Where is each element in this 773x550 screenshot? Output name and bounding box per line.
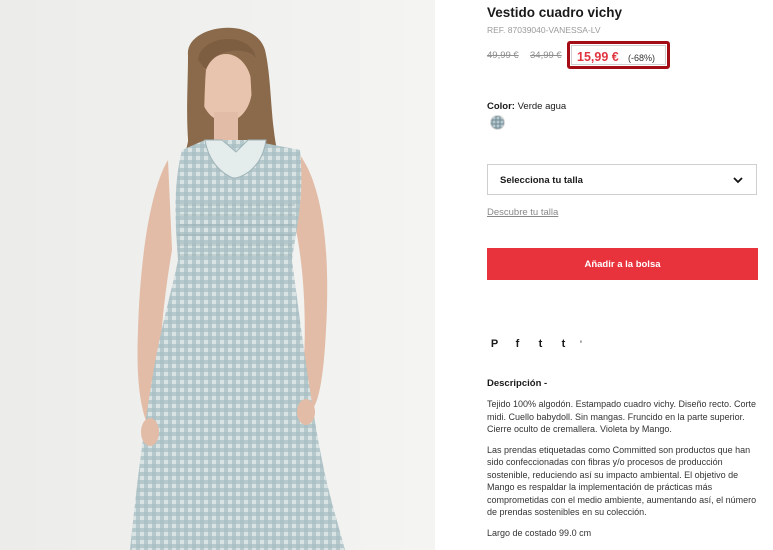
product-title: Vestido cuadro vichy: [487, 5, 623, 20]
size-select[interactable]: Selecciona tu talla: [487, 164, 757, 195]
size-select-label: Selecciona tu talla: [500, 175, 583, 186]
product-photo[interactable]: [0, 0, 435, 550]
description-paragraph: Las prendas etiquetadas como Committed s…: [487, 444, 757, 518]
model-image: [0, 0, 435, 550]
color-label: Color: Verde agua: [487, 101, 566, 112]
original-price: 49,99 €: [487, 50, 519, 61]
twitter-icon[interactable]: t: [533, 338, 548, 350]
product-reference: REF. 87039040-VANESSA-LV: [487, 25, 601, 35]
tumblr-icon[interactable]: t: [556, 338, 571, 350]
description-paragraph: Largo de costado 99.0 cm: [487, 527, 592, 538]
color-label-value: Verde agua: [517, 101, 567, 112]
discount-badge: (-68%): [628, 53, 656, 63]
social-share: P f t t ': [487, 338, 583, 350]
current-price-box: 15,99 € (-68%): [571, 45, 666, 65]
price-row: 49,99 € 34,99 €: [487, 50, 562, 61]
chevron-down-icon: [733, 177, 743, 184]
description-paragraph: Tejido 100% algodón. Estampado cuadro vi…: [487, 399, 756, 434]
color-label-key: Color:: [487, 101, 515, 112]
facebook-icon[interactable]: f: [510, 338, 525, 350]
current-price: 15,99 €: [577, 50, 619, 64]
previous-price: 34,99 €: [530, 50, 562, 61]
pinterest-icon[interactable]: P: [487, 338, 502, 350]
description-toggle[interactable]: Descripción -: [487, 378, 547, 389]
add-to-bag-button[interactable]: Añadir a la bolsa: [487, 248, 758, 280]
share-separator: ': [579, 339, 583, 349]
description-body: Tejido 100% algodón. Estampado cuadro vi…: [487, 398, 759, 547]
size-guide-link[interactable]: Descubre tu talla: [487, 207, 558, 218]
current-price-highlight: 15,99 € (-68%): [567, 41, 670, 69]
color-swatch-verde-agua[interactable]: [491, 116, 504, 129]
